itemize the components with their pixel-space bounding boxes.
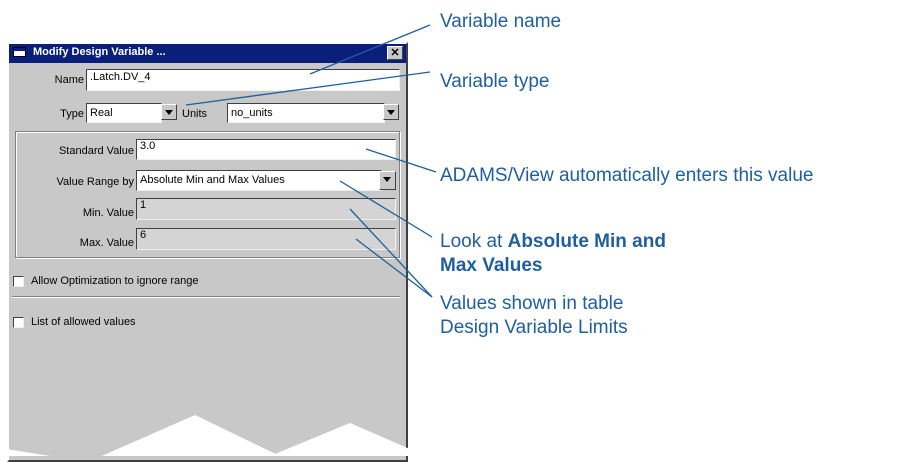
callout-line-type [185, 71, 431, 106]
torn-edge-right [270, 423, 412, 456]
annotation-look-at-bold2: Max Values [440, 255, 543, 276]
annotation-variable-type: Variable type [440, 71, 550, 92]
annotation-auto-enter: ADAMS/View automatically enters this val… [440, 165, 814, 186]
annotation-values-shown-line1: Values shown in table [440, 293, 624, 314]
annotation-values-shown-line2: Design Variable Limits [440, 317, 628, 338]
callout-line-max-value [355, 238, 433, 298]
callout-line-value-range [339, 180, 433, 238]
annotation-look-at-bold1: Absolute Min and [507, 231, 666, 252]
annotation-look-at: Look at Absolute Min and Max Values [440, 230, 666, 278]
callout-line-name [309, 24, 431, 75]
callout-line-min-value [349, 208, 433, 298]
annotation-look-at-prefix: Look at [440, 231, 508, 252]
annotation-values-shown: Values shown in table Design Variable Li… [440, 292, 628, 340]
torn-edge-left [0, 415, 280, 456]
callout-overlay [0, 24, 437, 456]
callout-line-standard-value [365, 148, 437, 173]
annotation-variable-name: Variable name [440, 11, 562, 32]
